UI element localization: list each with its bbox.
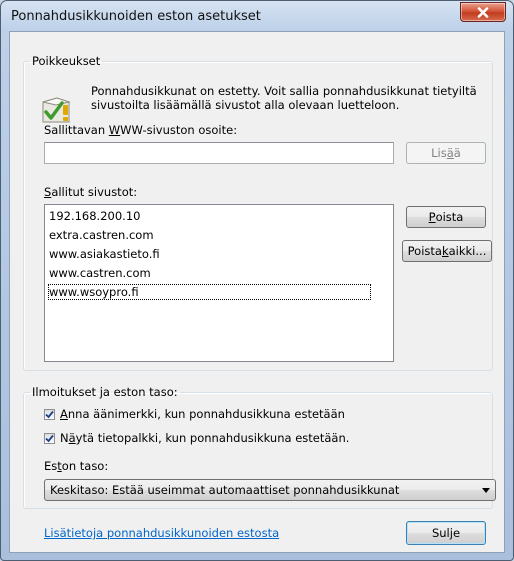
list-item[interactable]: www.wsoypro.fi [48,284,371,300]
remove-all-button[interactable]: Poista k aikki... [402,240,492,262]
allowed-sites-label: Sallitut sivustot: [44,185,138,199]
popup-blocker-dialog: Ponnahdusikkunoiden eston asetukset Poik… [0,0,514,561]
sound-checkbox-row[interactable]: Anna äänimerkki, kun ponnahdusikkuna est… [44,407,345,421]
blocking-level-value: Keskitaso: Estää useimmat automaattiset … [50,483,400,497]
blocking-level-select[interactable]: Keskitaso: Estää useimmat automaattiset … [44,479,496,501]
info-line-1: Ponnahdusikkunat on estetty. Voit sallia… [91,84,477,98]
infobar-checkbox-row[interactable]: Näytä tietopalkki, kun ponnahdusikkuna e… [44,431,349,445]
add-button[interactable]: Lis ä ä [406,142,486,164]
sound-checkbox-label: Anna äänimerkki, kun ponnahdusikkuna est… [60,407,345,421]
title-bar[interactable]: Ponnahdusikkunoiden eston asetukset [1,1,513,31]
remove-button[interactable]: Poista [406,206,486,228]
info-line-2: sivustoilta lisäämällä sivustot alla ole… [91,98,400,112]
address-label: Sallittavan WWW-sivuston osoite: [44,123,238,137]
close-button[interactable]: Sulje [406,521,486,545]
infobar-checkbox[interactable] [44,432,55,444]
checkmark-icon [45,434,54,442]
exceptions-info-text: Ponnahdusikkunat on estetty. Voit sallia… [91,84,477,112]
list-item[interactable]: www.asiakastieto.fi [48,246,160,262]
list-item[interactable]: 192.168.200.10 [48,208,140,224]
window-title: Ponnahdusikkunoiden eston asetukset [11,9,261,24]
dialog-body: Poikkeukset Ponnahdusikkunat on estetty.… [9,31,505,553]
close-window-button[interactable] [460,2,506,22]
list-item[interactable]: www.castren.com [48,265,151,281]
blocking-level-label: Eston taso: [44,459,109,473]
notifications-legend: Ilmoitukset ja eston taso: [32,385,178,399]
checkmark-icon [45,410,54,418]
list-item[interactable]: extra.castren.com [48,227,154,243]
close-icon [477,6,489,18]
exceptions-legend: Poikkeukset [32,54,101,68]
shield-warning-icon [40,92,72,124]
chevron-down-icon [477,487,495,493]
learn-more-link[interactable]: Lisätietoja ponnahdusikkunoiden estosta [44,526,279,540]
allowed-sites-list[interactable]: 192.168.200.10 extra.castren.com www.asi… [44,204,394,362]
infobar-checkbox-label: Näytä tietopalkki, kun ponnahdusikkuna e… [60,431,350,445]
sound-checkbox[interactable] [44,408,55,420]
address-input[interactable] [44,142,394,164]
